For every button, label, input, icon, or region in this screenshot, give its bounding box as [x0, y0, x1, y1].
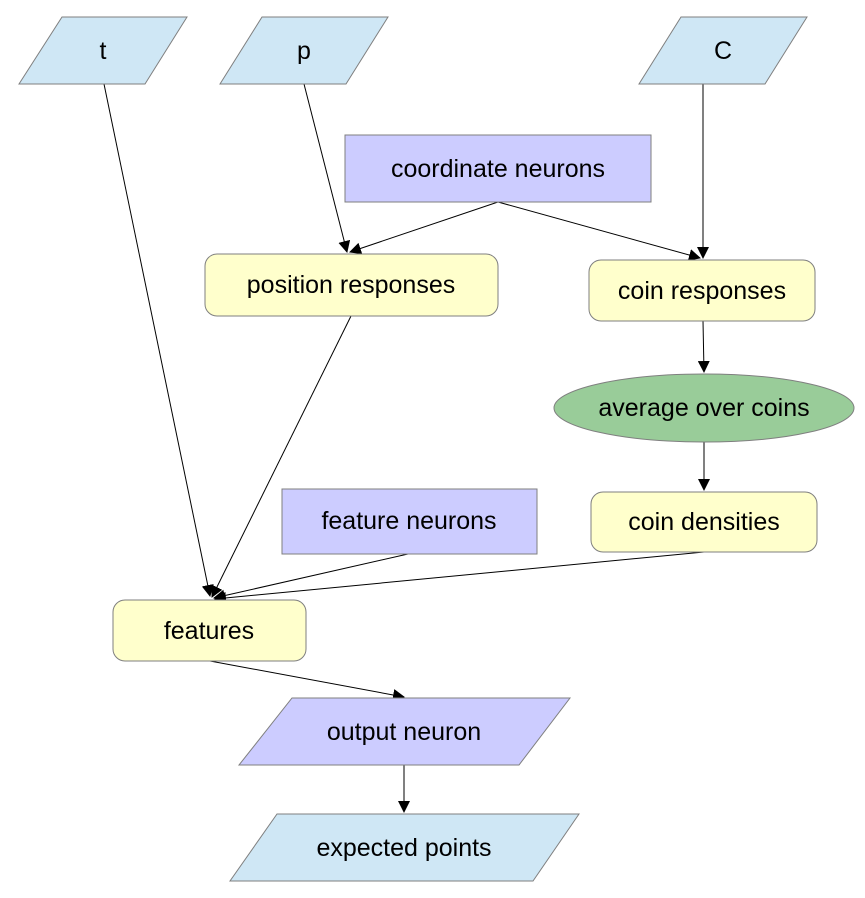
node-label: p [297, 37, 311, 65]
node-label: position responses [247, 271, 455, 299]
node-position-responses[interactable]: position responses [204, 253, 499, 317]
node-p[interactable]: p [219, 16, 389, 85]
node-coordinate-neurons[interactable]: coordinate neurons [344, 134, 652, 203]
edge-coin-densities-features [214, 551, 705, 604]
node-label: average over coins [598, 394, 809, 422]
node-label: t [100, 37, 107, 65]
edge-p-position-responses [303, 83, 351, 253]
edge-coin-responses-average [697, 320, 710, 373]
flow-diagram: t p C coordinate neurons position respon… [18, 16, 855, 882]
node-output-neuron[interactable]: output neuron [237, 697, 572, 766]
node-coin-responses[interactable]: coin responses [588, 259, 816, 322]
node-average-over-coins[interactable]: average over coins [553, 373, 855, 443]
node-label: expected points [316, 834, 491, 862]
node-label: feature neurons [321, 507, 496, 535]
node-features[interactable]: features [112, 599, 307, 662]
edge-coordinate-neurons-coin-responses [497, 201, 701, 261]
node-label: output neuron [327, 718, 481, 746]
node-label: features [164, 617, 254, 645]
edge-position-responses-features [211, 315, 352, 598]
node-label: coin densities [628, 508, 779, 536]
node-expected-points[interactable]: expected points [229, 813, 580, 882]
node-t[interactable]: t [18, 16, 188, 85]
node-C[interactable]: C [638, 16, 808, 85]
edge-features-output-neuron [209, 660, 405, 701]
node-coin-densities[interactable]: coin densities [590, 491, 818, 553]
node-label: coin responses [618, 277, 786, 305]
node-feature-neurons[interactable]: feature neurons [281, 488, 538, 555]
edge-t-features [103, 83, 214, 597]
edge-coordinate-neurons-position-responses [349, 201, 499, 255]
node-label: coordinate neurons [391, 155, 605, 183]
edge-feature-neurons-features [213, 553, 409, 602]
node-label: C [714, 37, 732, 65]
